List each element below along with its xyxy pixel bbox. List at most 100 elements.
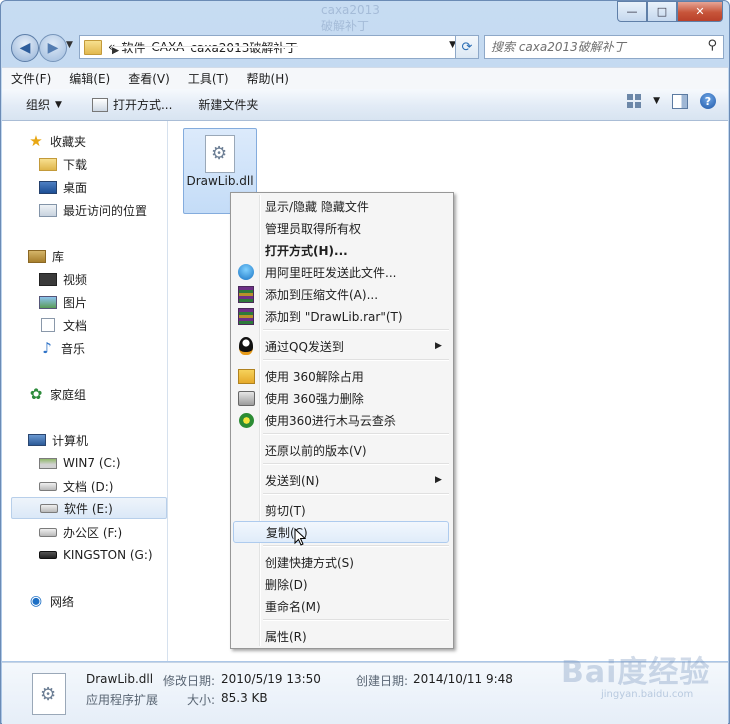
- security-scan-icon: [238, 412, 254, 428]
- nav-videos[interactable]: 视频: [39, 268, 87, 290]
- nav-drive-d[interactable]: 文档 (D:): [39, 475, 113, 497]
- menu-delete[interactable]: 删除(D): [233, 573, 449, 595]
- search-icon[interactable]: ⚲: [707, 38, 717, 53]
- back-button[interactable]: ◀: [11, 34, 39, 62]
- nav-drive-g[interactable]: KINGSTON (G:): [39, 544, 153, 566]
- detail-modified-label: 修改日期:: [163, 674, 216, 688]
- menu-restore-previous-versions[interactable]: 还原以前的版本(V): [233, 439, 449, 461]
- search-input[interactable]: [485, 36, 693, 58]
- nav-pictures[interactable]: 图片: [39, 291, 87, 313]
- nav-label: 文档: [63, 318, 88, 333]
- menu-360-trojan-scan[interactable]: 使用360进行木马云查杀: [233, 409, 449, 431]
- desktop-icon: [39, 180, 57, 194]
- nav-homegroup[interactable]: ✿ 家庭组: [28, 383, 86, 405]
- nav-recent-places[interactable]: 最近访问的位置: [39, 199, 147, 221]
- nav-drive-f[interactable]: 办公区 (F:): [39, 521, 122, 543]
- menu-send-via-wangwang[interactable]: 用阿里旺旺发送此文件...: [233, 261, 449, 283]
- menu-rename[interactable]: 重命名(M): [233, 595, 449, 617]
- menu-cut[interactable]: 剪切(T): [233, 499, 449, 521]
- menu-view[interactable]: 查看(V): [119, 69, 179, 89]
- menu-label: 显示/隐藏 隐藏文件: [265, 199, 369, 214]
- menu-take-ownership[interactable]: 管理员取得所有权: [233, 217, 449, 239]
- new-folder-button[interactable]: 新建文件夹: [188, 93, 268, 117]
- menu-add-to-rar[interactable]: 添加到 "DrawLib.rar"(T): [233, 305, 449, 327]
- chevron-right-icon: ▶: [435, 475, 442, 485]
- nav-label: 网络: [50, 594, 75, 609]
- window-controls: — □ ✕: [617, 1, 723, 22]
- help-icon[interactable]: ?: [700, 93, 716, 109]
- detail-size-value: 85.3 KB: [221, 691, 268, 705]
- menu-add-to-archive[interactable]: 添加到压缩文件(A)...: [233, 283, 449, 305]
- chevron-right-icon: ▶: [435, 341, 442, 351]
- nav-music[interactable]: ♪ 音乐: [39, 337, 85, 359]
- system-drive-icon: [39, 457, 57, 469]
- forward-button[interactable]: ▶: [39, 34, 67, 62]
- organize-button[interactable]: 组织 ▼: [2, 93, 72, 117]
- menu-360-unlock[interactable]: 使用 360解除占用: [233, 365, 449, 387]
- nav-favorites[interactable]: ★ 收藏夹: [28, 130, 86, 152]
- homegroup-icon: ✿: [29, 385, 43, 403]
- menu-help[interactable]: 帮助(H): [238, 69, 298, 89]
- nav-documents[interactable]: 文档: [39, 314, 87, 336]
- nav-label: 库: [52, 249, 65, 264]
- menu-create-shortcut[interactable]: 创建快捷方式(S): [233, 551, 449, 573]
- menu-toggle-hidden-files[interactable]: 显示/隐藏 隐藏文件: [233, 195, 449, 217]
- menu-separator: [263, 463, 449, 465]
- wangwang-icon: [238, 264, 254, 280]
- menu-edit[interactable]: 编辑(E): [60, 69, 119, 89]
- minimize-button[interactable]: —: [617, 1, 647, 22]
- menu-label: 删除(D): [265, 577, 308, 592]
- menu-send-to[interactable]: 发送到(N) ▶: [233, 469, 449, 491]
- maximize-button[interactable]: □: [647, 1, 677, 22]
- nav-desktop[interactable]: 桌面: [39, 176, 87, 198]
- recent-pages-dropdown[interactable]: ▼: [66, 40, 78, 54]
- chevron-down-icon: ▼: [66, 40, 73, 50]
- nav-libraries[interactable]: 库: [28, 245, 64, 267]
- menu-label: 属性(R): [265, 629, 307, 644]
- menu-file[interactable]: 文件(F): [2, 69, 60, 89]
- menu-separator: [263, 359, 449, 361]
- detail-size-label: 大小:: [187, 693, 216, 707]
- close-button[interactable]: ✕: [677, 1, 723, 22]
- unlock-file-icon: [237, 368, 255, 384]
- breadcrumb-arrow-icon: ▶: [112, 46, 298, 56]
- arrow-left-icon: ◀: [19, 40, 31, 56]
- open-with-button[interactable]: 打开方式...: [82, 93, 182, 117]
- menu-send-via-qq[interactable]: 通过QQ发送到 ▶: [233, 335, 449, 357]
- nav-downloads[interactable]: 下载: [39, 153, 87, 175]
- menu-label: 剪切(T): [265, 503, 306, 518]
- menu-open-with[interactable]: 打开方式(H)...: [233, 239, 449, 261]
- music-note-icon: ♪: [42, 339, 52, 357]
- nav-computer[interactable]: 计算机: [28, 429, 88, 451]
- menu-360-force-delete[interactable]: 使用 360强力删除: [233, 387, 449, 409]
- search-box: ⚲: [484, 35, 724, 59]
- nav-label: 家庭组: [50, 387, 87, 402]
- chevron-down-icon[interactable]: ▼: [653, 96, 660, 106]
- menu-label: 使用 360强力删除: [265, 391, 364, 406]
- hard-drive-icon: [39, 481, 57, 491]
- nav-drive-e[interactable]: 软件 (E:): [11, 497, 167, 519]
- menu-bar: 文件(F) 编辑(E) 查看(V) 工具(T) 帮助(H): [2, 67, 728, 90]
- menu-label: 用阿里旺旺发送此文件...: [265, 265, 397, 280]
- open-with-label: 打开方式...: [112, 98, 173, 112]
- nav-network[interactable]: ◉ 网络: [28, 590, 74, 612]
- menu-separator: [263, 329, 449, 331]
- nav-label: 最近访问的位置: [63, 203, 148, 218]
- baidu-watermark: Bai度经验: [561, 655, 711, 690]
- window-icon: [91, 97, 108, 112]
- address-bar[interactable]: « ▶ 软件 ▶ CAXA ▶ caxa2013破解补丁 ▼: [79, 35, 461, 59]
- qq-penguin-icon: [239, 337, 253, 355]
- detail-created-label: 创建日期:: [356, 674, 409, 688]
- explorer-window: caxa2013破解补丁 — □ ✕ ◀ ▶ ▼ « ▶ 软件 ▶ CAXA ▶…: [0, 0, 730, 724]
- view-grid-icon[interactable]: [627, 94, 642, 108]
- refresh-button[interactable]: ⟳: [455, 35, 479, 59]
- menu-copy[interactable]: 复制(C): [233, 521, 449, 543]
- file-page-icon: ⚙: [32, 673, 66, 715]
- arrow-right-icon: ▶: [47, 40, 59, 56]
- menu-properties[interactable]: 属性(R): [233, 625, 449, 647]
- nav-drive-c[interactable]: WIN7 (C:): [39, 452, 121, 474]
- preview-pane-icon[interactable]: [672, 93, 688, 109]
- menu-tools[interactable]: 工具(T): [179, 69, 238, 89]
- navigation-row: ◀ ▶ ▼ « ▶ 软件 ▶ CAXA ▶ caxa2013破解补丁 ▼ ⟳ ⚲: [9, 33, 724, 62]
- menu-label: 添加到压缩文件(A)...: [265, 287, 379, 302]
